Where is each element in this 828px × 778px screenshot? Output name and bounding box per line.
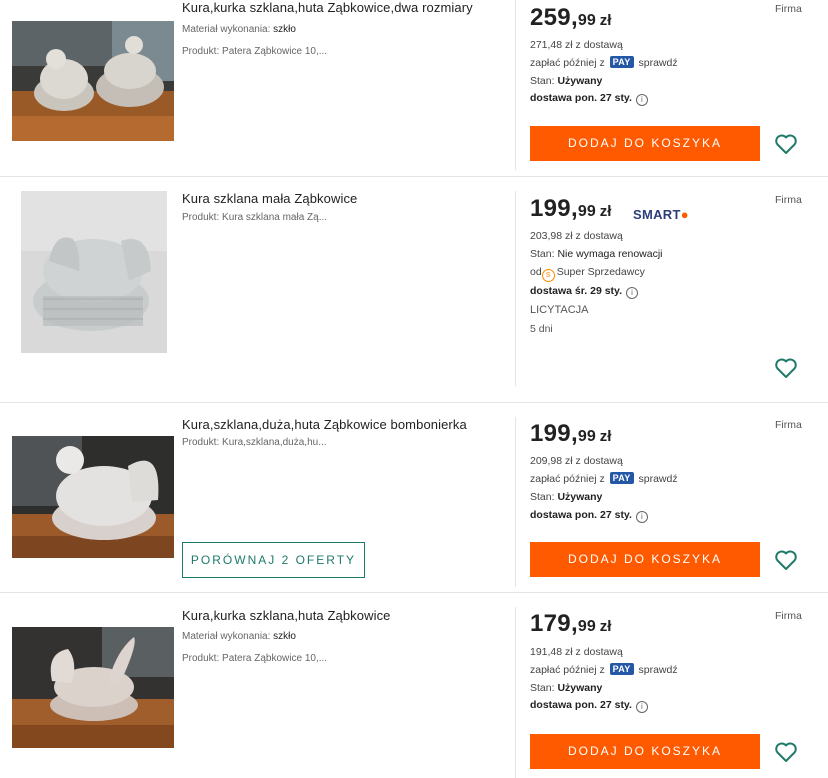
price-with-delivery: 209,98 zł z dostawą	[530, 455, 623, 467]
add-to-cart-button[interactable]: DODAJ DO KOSZYKA	[530, 734, 760, 769]
offer-card: Kura,kurka szklana,huta Ząbkowice,dwa ro…	[0, 0, 828, 176]
seller-type: Firma	[775, 610, 802, 622]
seller-type: Firma	[775, 419, 802, 431]
seller-badge: od S Super Sprzedawcy	[530, 266, 645, 282]
condition: Stan: Nie wymaga renowacji	[530, 248, 663, 260]
price-with-delivery: 203,98 zł z dostawą	[530, 230, 623, 242]
condition: Stan: Używany	[530, 682, 603, 694]
heart-icon[interactable]	[774, 133, 798, 155]
compare-offers-button[interactable]: PORÓWNAJ 2 OFERTY	[182, 542, 365, 578]
info-icon[interactable]: i	[635, 701, 648, 713]
delivery-date: dostawa śr. 29 sty. i	[530, 285, 639, 299]
pay-badge: PAY	[609, 663, 634, 675]
offer-product[interactable]: Produkt: Patera Ząbkowice 10,...	[182, 653, 327, 664]
product-image[interactable]	[12, 436, 174, 558]
pay-later[interactable]: zapłać później z PAY sprawdź	[530, 56, 678, 69]
delivery-date: dostawa pon. 27 sty. i	[530, 509, 648, 523]
offer-product[interactable]: Produkt: Kura szklana mała Zą...	[182, 212, 327, 223]
delivery-date: dostawa pon. 27 sty. i	[530, 92, 648, 106]
divider	[515, 417, 516, 587]
price: 259,99 zł	[530, 4, 612, 31]
condition: Stan: Używany	[530, 75, 603, 87]
smart-badge: SMART●	[633, 207, 689, 222]
offer-product[interactable]: Produkt: Patera Ząbkowice 10,...	[182, 46, 327, 57]
divider	[515, 191, 516, 386]
condition: Stan: Używany	[530, 491, 603, 503]
seller-type: Firma	[775, 3, 802, 15]
auction-label: LICYTACJA	[530, 304, 589, 316]
info-icon[interactable]: i	[635, 94, 648, 106]
price-with-delivery: 271,48 zł z dostawą	[530, 39, 623, 51]
product-image[interactable]	[12, 627, 174, 748]
price-with-delivery: 191,48 zł z dostawą	[530, 646, 623, 658]
offer-title[interactable]: Kura szklana mała Ząbkowice	[182, 191, 357, 206]
offer-card: Kura,szklana,duża,huta Ząbkowice bomboni…	[0, 403, 828, 592]
seller-type: Firma	[775, 194, 802, 206]
offer-title[interactable]: Kura,kurka szklana,huta Ząbkowice	[182, 608, 391, 623]
offer-title[interactable]: Kura,kurka szklana,huta Ząbkowice,dwa ro…	[182, 0, 473, 15]
divider	[515, 607, 516, 778]
price: 199,99 zł	[530, 195, 612, 222]
time-left: 5 dni	[530, 323, 553, 335]
pay-badge: PAY	[609, 56, 634, 68]
product-image[interactable]	[21, 191, 167, 353]
add-to-cart-button[interactable]: DODAJ DO KOSZYKA	[530, 542, 760, 577]
heart-icon[interactable]	[774, 357, 798, 379]
divider	[515, 0, 516, 170]
super-seller-icon: S	[541, 269, 555, 282]
pay-later[interactable]: zapłać później z PAY sprawdź	[530, 663, 678, 676]
pay-badge: PAY	[609, 472, 634, 484]
price: 199,99 zł	[530, 420, 612, 447]
heart-icon[interactable]	[774, 741, 798, 763]
offer-card: Kura szklana mała Ząbkowice Produkt: Kur…	[0, 177, 828, 402]
offer-param: Materiał wykonania: szkło	[182, 24, 296, 35]
delivery-date: dostawa pon. 27 sty. i	[530, 699, 648, 713]
heart-icon[interactable]	[774, 549, 798, 571]
offer-product[interactable]: Produkt: Kura,szklana,duża,hu...	[182, 437, 327, 448]
add-to-cart-button[interactable]: DODAJ DO KOSZYKA	[530, 126, 760, 161]
offer-param: Materiał wykonania: szkło	[182, 631, 296, 642]
pay-later[interactable]: zapłać później z PAY sprawdź	[530, 472, 678, 485]
info-icon[interactable]: i	[626, 287, 639, 299]
info-icon[interactable]: i	[635, 511, 648, 523]
offer-title[interactable]: Kura,szklana,duża,huta Ząbkowice bomboni…	[182, 417, 467, 432]
offer-card: Kura,kurka szklana,huta Ząbkowice Materi…	[0, 593, 828, 778]
price: 179,99 zł	[530, 610, 612, 637]
product-image[interactable]	[12, 21, 174, 141]
